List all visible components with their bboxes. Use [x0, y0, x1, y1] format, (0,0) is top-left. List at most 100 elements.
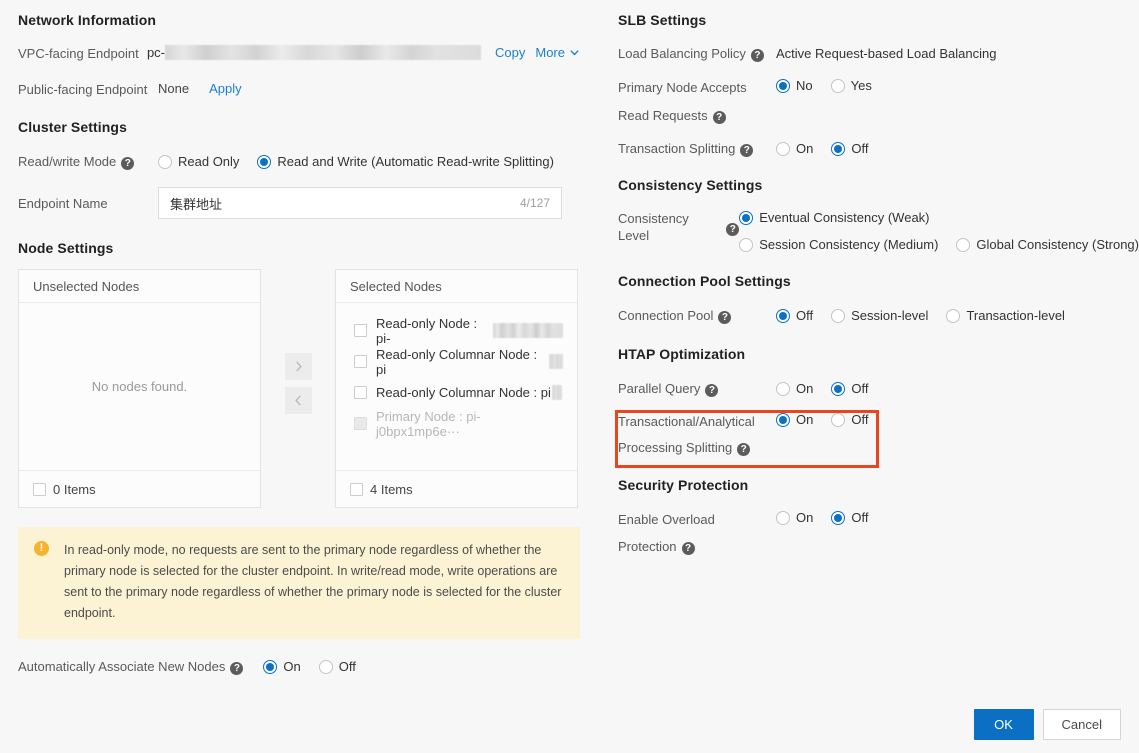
node-checkbox[interactable]	[354, 324, 367, 337]
consistency-settings-title: Consistency Settings	[618, 177, 1139, 193]
radio-global-consistency[interactable]: Global Consistency (Strong)	[956, 237, 1139, 252]
unselected-select-all-checkbox[interactable]	[33, 483, 46, 496]
list-item[interactable]: Read-only Node : pi-	[336, 315, 577, 346]
radio-overload-off[interactable]: Off	[831, 510, 868, 525]
radio-primary-reads-yes[interactable]: Yes	[831, 78, 872, 93]
radio-primary-reads-no[interactable]: No	[776, 78, 813, 93]
radio-pool-off[interactable]: Off	[776, 308, 813, 323]
list-item[interactable]: Read-only Columnar Node : pi	[336, 377, 577, 408]
node-label: Primary Node : pi-j0bpx1mp6e···	[376, 409, 563, 439]
overload-protection-help-icon[interactable]: ?	[682, 542, 695, 555]
radio-read-only-label: Read Only	[178, 154, 239, 169]
radio-parallel-query-off[interactable]: Off	[831, 381, 868, 396]
tap-splitting-help-icon[interactable]: ?	[737, 443, 750, 456]
consistency-level-radio-group: Eventual Consistency (Weak) Session Cons…	[739, 210, 1139, 252]
radio-pool-transaction-level[interactable]: Transaction-level	[946, 308, 1065, 323]
radio-tap-splitting-off[interactable]: Off	[831, 412, 868, 427]
radio-auto-associate-on[interactable]: On	[263, 659, 300, 674]
vpc-endpoint-masked-value	[165, 45, 481, 60]
primary-node-reads-label-line2: Read Requests	[618, 107, 708, 124]
apply-link[interactable]: Apply	[209, 81, 242, 96]
connection-pool-label: Connection Pool	[618, 307, 713, 324]
auto-associate-help-icon[interactable]: ?	[230, 662, 243, 675]
radio-tap-splitting-off-dot	[831, 413, 845, 427]
selected-nodes-count: 4 Items	[370, 482, 413, 497]
radio-session-consistency[interactable]: Session Consistency (Medium)	[739, 237, 938, 252]
left-column: Network Information VPC-facing Endpoint …	[18, 12, 580, 675]
consistency-level-help-icon[interactable]: ?	[726, 223, 739, 236]
endpoint-name-counter: 4/127	[520, 196, 550, 210]
parallel-query-radio-group: On Off	[776, 381, 886, 396]
readwrite-mode-radio-group: Read Only Read and Write (Automatic Read…	[158, 154, 572, 169]
node-masked-id	[552, 385, 562, 400]
tap-splitting-radio-group: On Off	[776, 412, 886, 427]
unselected-nodes-count: 0 Items	[53, 482, 96, 497]
radio-eventual-consistency[interactable]: Eventual Consistency (Weak)	[739, 210, 929, 225]
radio-primary-reads-no-dot	[776, 79, 790, 93]
radio-overload-on-label: On	[796, 510, 813, 525]
radio-auto-associate-on-dot	[263, 660, 277, 674]
radio-overload-on[interactable]: On	[776, 510, 813, 525]
move-left-button[interactable]	[285, 387, 312, 414]
radio-txn-split-off[interactable]: Off	[831, 141, 868, 156]
node-label: Read-only Node : pi-	[376, 316, 492, 346]
radio-read-and-write-dot	[257, 155, 271, 169]
selected-nodes-body: Read-only Node : pi- Read-only Columnar …	[336, 303, 577, 470]
public-endpoint-value: None	[158, 81, 189, 96]
radio-pool-off-label: Off	[796, 308, 813, 323]
radio-primary-reads-yes-dot	[831, 79, 845, 93]
radio-parallel-query-on-label: On	[796, 381, 813, 396]
endpoint-name-input[interactable]: 集群地址 4/127	[158, 187, 562, 219]
ok-button[interactable]: OK	[974, 709, 1034, 740]
primary-node-reads-help-icon[interactable]: ?	[713, 111, 726, 124]
load-balancing-policy-help-icon[interactable]: ?	[751, 49, 764, 62]
consistency-level-row: Consistency Level ? Eventual Consistency…	[618, 210, 1139, 252]
node-checkbox[interactable]	[354, 386, 367, 399]
public-endpoint-row: Public-facing Endpoint None Apply	[18, 81, 580, 98]
primary-node-reads-row: Primary Node Accepts Read Requests ? No …	[618, 79, 1139, 124]
radio-read-and-write[interactable]: Read and Write (Automatic Read-write Spl…	[257, 154, 554, 169]
node-transfer: Unselected Nodes No nodes found. 0 Items	[18, 269, 580, 508]
overload-protection-radio-group: On Off	[776, 510, 886, 525]
radio-tap-splitting-on-dot	[776, 413, 790, 427]
cancel-button[interactable]: Cancel	[1043, 709, 1121, 740]
radio-parallel-query-off-label: Off	[851, 381, 868, 396]
connection-pool-help-icon[interactable]: ?	[718, 311, 731, 324]
overload-protection-label-line2: Protection	[618, 538, 677, 555]
transaction-splitting-help-icon[interactable]: ?	[740, 144, 753, 157]
more-link[interactable]: More	[535, 45, 580, 60]
list-item: Primary Node : pi-j0bpx1mp6e···	[336, 408, 577, 439]
radio-primary-reads-no-label: No	[796, 78, 813, 93]
more-link-label: More	[535, 45, 565, 60]
right-column: SLB Settings Load Balancing Policy ? Act…	[618, 12, 1139, 555]
list-item[interactable]: Read-only Columnar Node : pi	[336, 346, 577, 377]
radio-read-and-write-label: Read and Write (Automatic Read-write Spl…	[277, 154, 554, 169]
selected-select-all-checkbox[interactable]	[350, 483, 363, 496]
auto-associate-row: Automatically Associate New Nodes ? On O…	[18, 658, 580, 675]
load-balancing-policy-value: Active Request-based Load Balancing	[776, 46, 996, 61]
transaction-splitting-row: Transaction Splitting ? On Off	[618, 140, 1139, 157]
radio-auto-associate-off[interactable]: Off	[319, 659, 356, 674]
parallel-query-row: Parallel Query ? On Off	[618, 380, 1139, 397]
endpoint-name-value: 集群地址	[170, 194, 520, 213]
primary-node-reads-label-line1: Primary Node Accepts	[618, 79, 776, 96]
parallel-query-help-icon[interactable]: ?	[705, 384, 718, 397]
transfer-buttons	[261, 269, 335, 414]
node-checkbox[interactable]	[354, 355, 367, 368]
read-write-mode-alert: ! In read-only mode, no requests are sen…	[18, 527, 580, 639]
chevron-left-icon	[293, 394, 304, 407]
warning-icon: !	[34, 541, 49, 556]
radio-global-consistency-dot	[956, 238, 970, 252]
transaction-splitting-label: Transaction Splitting	[618, 140, 735, 157]
radio-eventual-consistency-label: Eventual Consistency (Weak)	[759, 210, 929, 225]
copy-link[interactable]: Copy	[495, 45, 525, 60]
radio-tap-splitting-on[interactable]: On	[776, 412, 813, 427]
radio-txn-split-on[interactable]: On	[776, 141, 813, 156]
move-right-button[interactable]	[285, 353, 312, 380]
unselected-nodes-empty-text: No nodes found.	[92, 379, 187, 394]
radio-pool-session-level[interactable]: Session-level	[831, 308, 928, 323]
chevron-right-icon	[293, 360, 304, 373]
radio-parallel-query-on[interactable]: On	[776, 381, 813, 396]
radio-read-only[interactable]: Read Only	[158, 154, 239, 169]
readwrite-mode-help-icon[interactable]: ?	[121, 157, 134, 170]
